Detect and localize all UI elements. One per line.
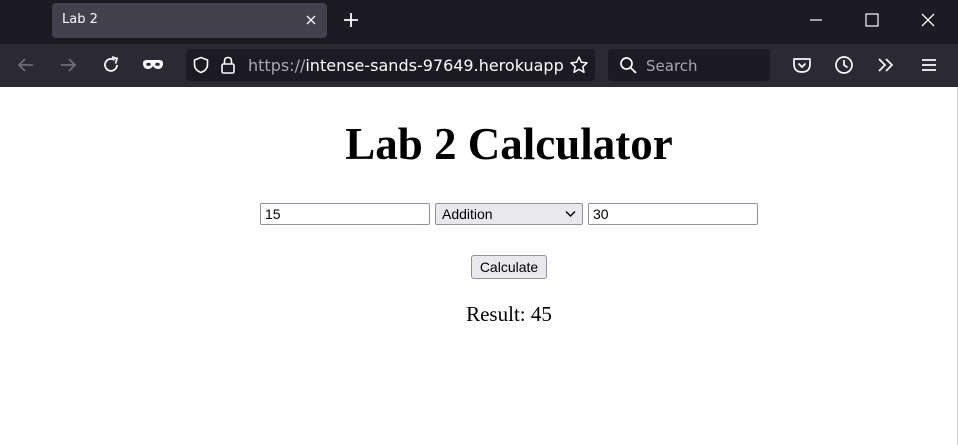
browser-toolbar: https://intense-sands-97649.herokuapp.c … [0, 44, 958, 88]
hamburger-menu-icon[interactable] [918, 54, 940, 76]
browser-titlebar: Lab 2 [0, 0, 958, 44]
close-window-icon[interactable] [918, 10, 938, 30]
tracking-shield-icon[interactable] [192, 56, 210, 74]
back-arrow-icon[interactable] [15, 54, 37, 76]
plus-icon[interactable] [341, 10, 361, 30]
private-mask-icon[interactable] [142, 54, 164, 76]
browser-tab[interactable]: Lab 2 [52, 3, 327, 38]
star-icon[interactable] [569, 55, 589, 75]
clock-icon[interactable] [833, 54, 855, 76]
address-bar[interactable]: https://intense-sands-97649.herokuapp.c [186, 49, 595, 81]
operation-select[interactable]: Addition [435, 203, 583, 225]
search-placeholder: Search [646, 57, 698, 75]
tab-title: Lab 2 [62, 12, 98, 27]
operation-selected-value: Addition [442, 206, 493, 222]
search-icon [620, 57, 637, 74]
url-host: intense-sands-97649.herokuapp.c [305, 56, 564, 75]
pocket-icon[interactable] [791, 54, 813, 76]
second-number-input[interactable]: 30 [588, 203, 758, 225]
page-title: Lab 2 Calculator [345, 119, 673, 169]
first-number-input[interactable]: 15 [260, 203, 430, 225]
url-text[interactable]: https://intense-sands-97649.herokuapp.c [248, 56, 564, 75]
result-text: Result: 45 [466, 302, 552, 326]
chevron-down-icon [565, 211, 576, 217]
url-protocol: https:// [248, 56, 306, 75]
reload-icon[interactable] [100, 54, 122, 76]
maximize-icon[interactable] [862, 10, 882, 30]
minimize-icon[interactable] [806, 10, 826, 30]
calculate-button[interactable]: Calculate [471, 255, 547, 279]
page-content: Lab 2 Calculator 15 Addition 30 Calculat… [0, 87, 958, 445]
close-icon[interactable] [305, 14, 317, 26]
forward-arrow-icon[interactable] [57, 54, 79, 76]
double-chevron-icon[interactable] [875, 54, 897, 76]
search-bar[interactable]: Search [608, 49, 770, 81]
lock-icon[interactable] [219, 55, 237, 75]
